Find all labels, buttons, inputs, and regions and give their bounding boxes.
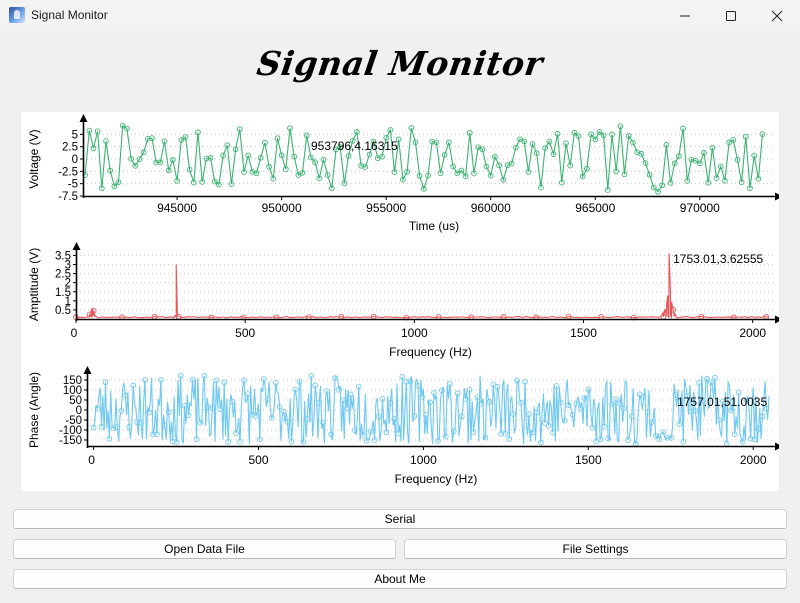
x-tick-label: 965000: [575, 201, 615, 215]
x-axis-arrow: [775, 315, 779, 324]
y-tick-label: -7.5: [58, 191, 78, 203]
minimize-button[interactable]: [662, 0, 708, 31]
x-axis-arrow: [775, 192, 779, 201]
cursor-readout: 953796,4.16315: [311, 139, 398, 153]
maximize-button[interactable]: [708, 0, 754, 31]
plots-canvas: -7.5-5-2.502.55945000 950000 955000 960000 9…: [27, 114, 779, 486]
serial-button[interactable]: Serial: [13, 509, 787, 529]
y-axis-title: Voltage (V): [27, 129, 41, 188]
y-tick-label: 0: [72, 154, 78, 166]
x-tick-label: 1500: [570, 326, 597, 340]
x-tick-label: 950000: [262, 201, 302, 215]
y-axis-title: Phase (Angle): [27, 372, 41, 448]
y-tick-label: 3.5: [55, 250, 71, 262]
app-icon: [9, 7, 25, 23]
y-tick-label: 150: [63, 375, 82, 387]
x-axis-arrow: [775, 442, 779, 451]
y-axis-title: Amptitude (V): [27, 248, 41, 321]
y-axis-arrow: [72, 242, 81, 250]
x-tick-label: 500: [248, 453, 268, 467]
y-tick-label: 5: [72, 129, 78, 141]
chart-panel: -7.5 -5 -2.5 0 2.5 5 945000 950000 955000 960000 9…: [21, 112, 779, 491]
x-tick-label: 0: [88, 453, 95, 467]
cursor-readout: 1753.01,3.62555: [673, 252, 763, 266]
x-tick-label: 970000: [680, 201, 720, 215]
voltage-plot: -7.5-5-2.502.55 945000 950000 955000 960000 9…: [27, 114, 779, 233]
close-button[interactable]: [754, 0, 800, 31]
x-tick-label: 1000: [410, 453, 437, 467]
cursor-readout: 1757.01,51.0035: [677, 395, 767, 409]
x-tick-label: 2000: [739, 326, 766, 340]
x-tick-label: 2000: [740, 453, 767, 467]
close-icon: [771, 10, 783, 21]
y-tick-label: 2.5: [62, 142, 78, 154]
file-settings-button[interactable]: File Settings: [404, 539, 787, 559]
amplitude-plot: 0.511.522.533.50 500 1000 1500 2000Frequency…: [27, 242, 779, 359]
x-axis-title: Frequency (Hz): [389, 345, 472, 359]
y-axis-arrow: [79, 114, 88, 122]
app-heading: Signal Monitor: [254, 44, 546, 83]
x-tick-label: 1500: [575, 453, 602, 467]
y-axis-arrow: [83, 366, 92, 374]
main-window: Signal Monitor Signal Monitor -7.5 -5 -2.5…: [0, 0, 800, 603]
minimize-icon: [680, 15, 690, 16]
title-bar[interactable]: Signal Monitor: [0, 0, 800, 31]
open-data-file-button[interactable]: Open Data File: [13, 539, 396, 559]
x-tick-label: 945000: [157, 201, 197, 215]
series-line: [76, 253, 769, 320]
x-tick-label: 960000: [471, 201, 511, 215]
y-tick-label: -2.5: [58, 166, 78, 178]
x-tick-label: 0: [71, 326, 78, 340]
phase-plot: -150-100-500501001500 500 1000 1500 2000Freq…: [27, 366, 779, 486]
about-me-button[interactable]: About Me: [13, 569, 787, 589]
x-tick-label: 1000: [401, 326, 428, 340]
x-axis-title: Frequency (Hz): [395, 472, 478, 486]
x-tick-label: 500: [235, 326, 255, 340]
window-title: Signal Monitor: [31, 8, 108, 22]
maximize-icon: [726, 10, 736, 21]
y-tick-label: -5: [68, 179, 78, 191]
x-axis-title: Time (us): [409, 219, 459, 233]
x-tick-label: 955000: [366, 201, 406, 215]
